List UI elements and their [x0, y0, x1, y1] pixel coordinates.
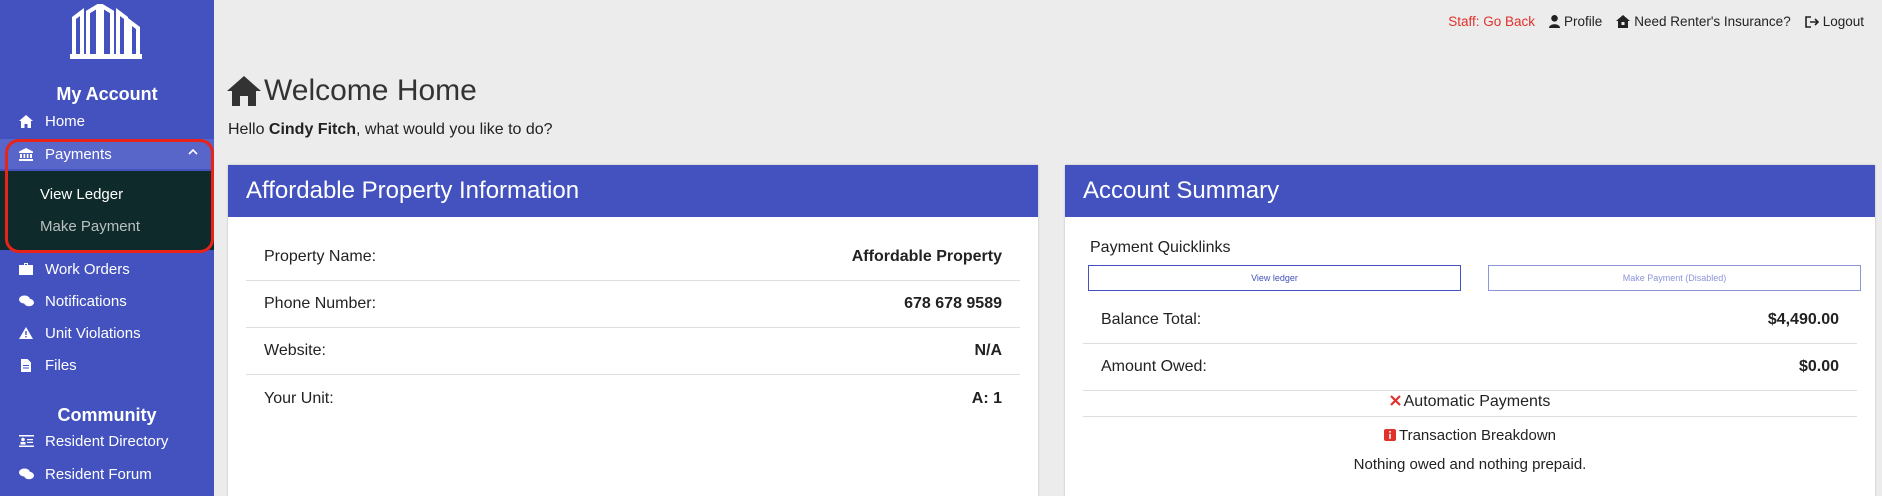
- renters-insurance-link[interactable]: Need Renter's Insurance?: [1616, 14, 1791, 29]
- chevron-up-icon: [188, 148, 198, 155]
- toolbox-icon: [18, 261, 34, 277]
- chat-bubbles-icon: [18, 293, 34, 309]
- user-name: Cindy Fitch: [268, 121, 357, 138]
- row-label: Balance Total:: [1101, 311, 1202, 328]
- sidebar-item-resident-directory[interactable]: Resident Directory: [0, 426, 214, 456]
- row-value: A: 1: [971, 389, 1002, 407]
- row-label: Amount Owed:: [1101, 358, 1207, 375]
- row-value: 678 678 9589: [904, 295, 1002, 312]
- warning-icon: [18, 325, 34, 341]
- community-heading: Community: [57, 405, 157, 425]
- sidebar: My Account Home Payments View Ledger Mak…: [0, 0, 214, 496]
- submenu-make-payment[interactable]: Make Payment: [40, 218, 140, 235]
- directory-icon: [18, 433, 34, 449]
- house-shield-icon: [1616, 15, 1631, 28]
- automatic-payments-label: Automatic Payments: [1403, 393, 1551, 410]
- sidebar-item-label: Resident Directory: [45, 432, 169, 450]
- sidebar-item-work-orders[interactable]: Work Orders: [0, 254, 214, 284]
- home-icon: [227, 76, 261, 106]
- account-row: Balance Total: $4,490.00: [1083, 297, 1857, 344]
- greeting-suffix: , what would you like to do?: [356, 121, 553, 138]
- property-card-title: Affordable Property Information: [228, 165, 1038, 217]
- sidebar-item-label: Home: [45, 112, 86, 130]
- make-payment-button: Make Payment (Disabled): [1488, 265, 1861, 291]
- greeting-prefix: Hello: [228, 121, 269, 138]
- row-label: Your Unit:: [264, 389, 334, 407]
- submenu-view-ledger[interactable]: View Ledger: [40, 186, 123, 203]
- row-value: Affordable Property: [851, 248, 1002, 265]
- property-row: Website: N/A: [246, 328, 1020, 375]
- logout-link[interactable]: Logout: [1804, 14, 1864, 29]
- row-label: Property Name:: [264, 248, 377, 265]
- sidebar-item-label: Unit Violations: [45, 324, 141, 342]
- chat-bubbles-icon: [18, 466, 34, 482]
- sidebar-item-files[interactable]: Files: [0, 350, 214, 380]
- sidebar-item-label: Notifications: [45, 292, 127, 310]
- sidebar-item-unit-violations[interactable]: Unit Violations: [0, 318, 214, 348]
- sidebar-item-label: Resident Forum: [45, 465, 152, 483]
- page-title: Welcome Home: [226, 74, 477, 108]
- user-icon: [1549, 15, 1561, 28]
- close-x-icon: [1389, 395, 1401, 406]
- transaction-breakdown[interactable]: Transaction Breakdown: [1065, 427, 1875, 444]
- staff-go-back-link[interactable]: Staff: Go Back: [1448, 14, 1535, 29]
- property-row: Property Name: Affordable Property: [246, 234, 1020, 281]
- account-summary-card: Account Summary Payment Quicklinks View …: [1065, 165, 1875, 496]
- renters-insurance-label: Need Renter's Insurance?: [1634, 14, 1791, 29]
- row-value: $0.00: [1798, 358, 1839, 375]
- sidebar-item-notifications[interactable]: Notifications: [0, 286, 214, 316]
- payment-quicklinks-title: Payment Quicklinks: [1090, 239, 1231, 256]
- account-card-title: Account Summary: [1065, 165, 1875, 217]
- building-logo-icon: [70, 4, 142, 59]
- row-label: Website:: [264, 342, 326, 359]
- greeting: Hello Cindy Fitch, what would you like t…: [228, 121, 553, 139]
- sidebar-item-label: Work Orders: [45, 260, 130, 278]
- property-info-card: Affordable Property Information Property…: [228, 165, 1038, 496]
- top-nav: Staff: Go Back Profile Need Renter's Ins…: [1448, 14, 1864, 29]
- automatic-payments-status: Automatic Payments: [1065, 393, 1875, 411]
- sidebar-item-home[interactable]: Home: [0, 106, 214, 136]
- sidebar-item-label: Files: [45, 356, 77, 374]
- bank-icon: [18, 146, 34, 162]
- profile-link[interactable]: Profile: [1549, 14, 1602, 29]
- my-account-heading: My Account: [56, 84, 158, 104]
- transaction-breakdown-label: Transaction Breakdown: [1398, 427, 1557, 444]
- sidebar-item-resident-forum[interactable]: Resident Forum: [0, 459, 214, 489]
- page-title-text: Welcome Home: [264, 74, 477, 107]
- logout-label: Logout: [1822, 14, 1864, 29]
- divider: [1083, 416, 1857, 417]
- sidebar-item-payments[interactable]: Payments: [0, 139, 214, 169]
- profile-label: Profile: [1564, 14, 1603, 29]
- sidebar-item-label: Payments: [45, 145, 112, 163]
- property-row: Your Unit: A: 1: [246, 375, 1020, 422]
- info-icon: [1383, 429, 1396, 441]
- row-value: N/A: [974, 342, 1002, 359]
- row-label: Phone Number:: [264, 295, 377, 312]
- account-row: Amount Owed: $0.00: [1083, 344, 1857, 391]
- file-icon: [18, 357, 34, 373]
- property-row: Phone Number: 678 678 9589: [246, 281, 1020, 328]
- payments-submenu: View Ledger Make Payment: [0, 171, 214, 250]
- row-value: $4,490.00: [1767, 311, 1839, 328]
- home-icon: [18, 113, 34, 129]
- view-ledger-button[interactable]: View ledger: [1088, 265, 1461, 291]
- logout-icon: [1804, 15, 1819, 28]
- balance-note: Nothing owed and nothing prepaid.: [1353, 456, 1587, 473]
